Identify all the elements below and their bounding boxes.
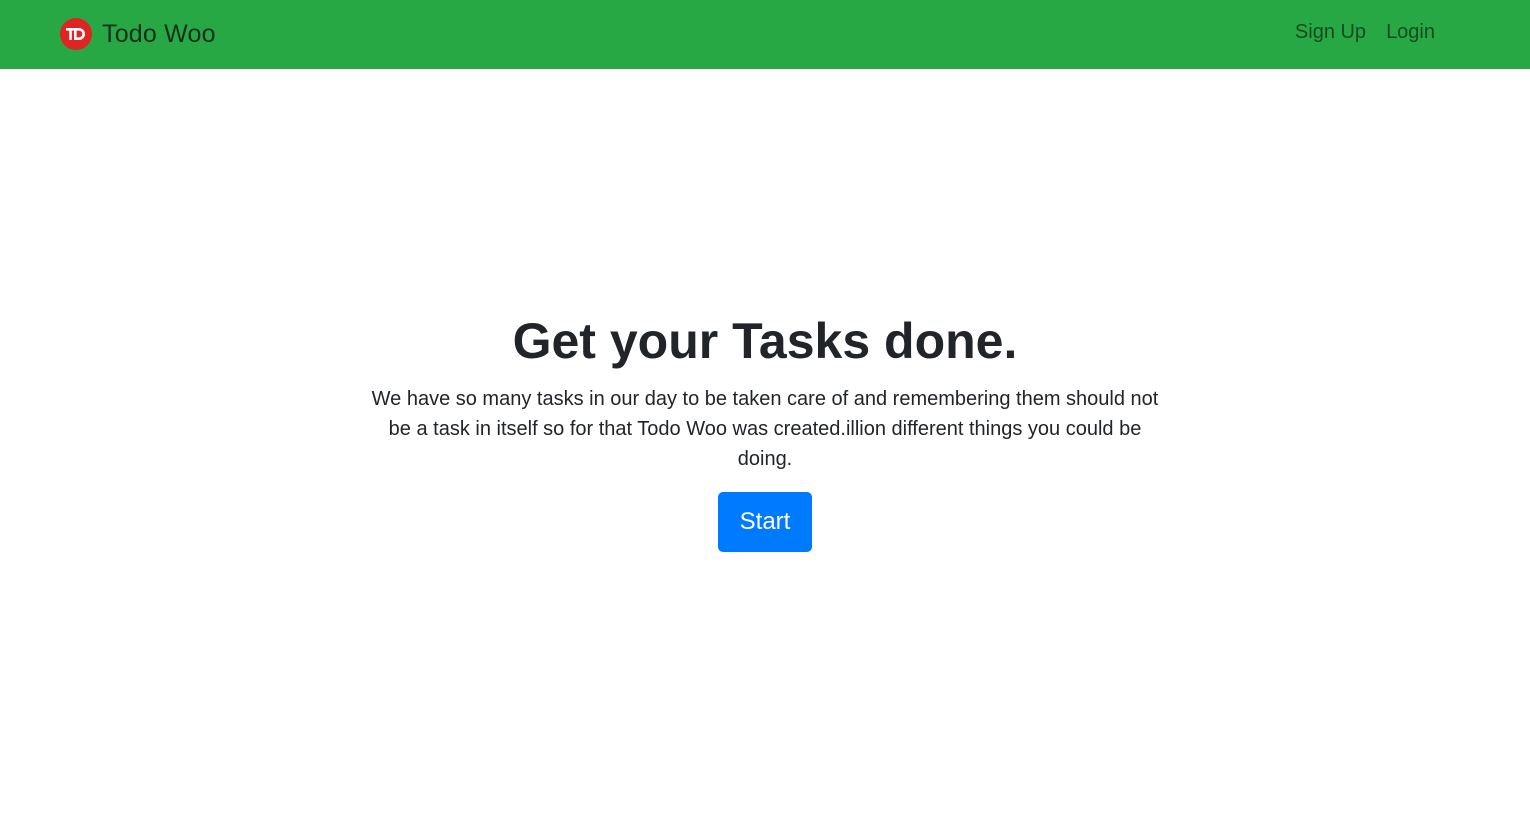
top-navbar: Todo Woo Sign Up Login bbox=[0, 0, 1530, 69]
todo-woo-logo-icon bbox=[60, 18, 92, 50]
hero-description: We have so many tasks in our day to be t… bbox=[371, 388, 1159, 470]
nav-link-login[interactable]: Login bbox=[1386, 21, 1435, 44]
hero-section: Get your Tasks done. We have so many tas… bbox=[0, 310, 1530, 552]
start-button[interactable]: Start bbox=[718, 492, 812, 552]
nav-link-sign-up[interactable]: Sign Up bbox=[1295, 21, 1366, 44]
hero-title: Get your Tasks done. bbox=[512, 313, 1018, 369]
nav-links: Sign Up Login bbox=[1295, 21, 1435, 44]
brand-link[interactable]: Todo Woo bbox=[60, 17, 216, 51]
brand-name: Todo Woo bbox=[102, 19, 216, 48]
